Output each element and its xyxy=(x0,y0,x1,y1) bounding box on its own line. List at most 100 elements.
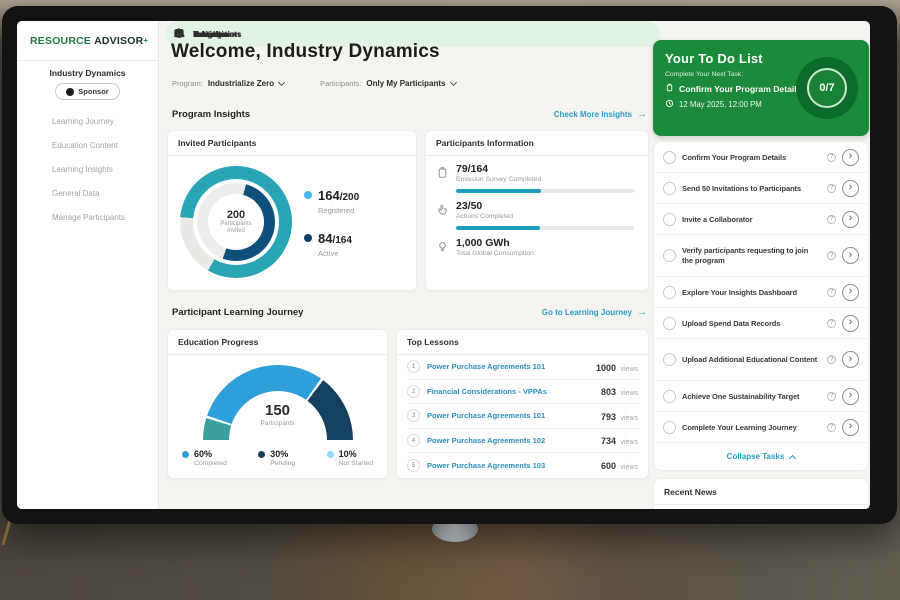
chevron-down-icon xyxy=(449,78,456,85)
todo-due-date: 12 May 2025, 12:00 PM xyxy=(679,100,762,109)
task-checkbox[interactable] xyxy=(663,390,676,403)
recent-news-card: Recent News xyxy=(653,478,869,509)
lesson-link[interactable]: Power Purchase Agreements 102 xyxy=(427,436,594,445)
legend-item-completed: 60% Completed xyxy=(182,449,227,467)
lesson-link[interactable]: Financial Considerations - VPPAs xyxy=(427,387,594,396)
chevron-right-button[interactable] xyxy=(842,419,859,436)
task-checkbox[interactable] xyxy=(663,421,676,434)
participants-filter-value: Only My Participants xyxy=(366,79,445,88)
sidebar-item-label: General Data xyxy=(52,189,100,198)
rank-badge: 2 xyxy=(407,385,420,398)
info-icon[interactable] xyxy=(827,392,836,401)
task-label: Achieve One Sustainability Target xyxy=(682,392,821,401)
info-icon[interactable] xyxy=(827,288,836,297)
dashboard-screen: RESOURCE ADVISOR + Industry Dynamics Spo… xyxy=(17,21,870,509)
task-row-achieve-target[interactable]: Achieve One Sustainability Target xyxy=(654,381,868,412)
chevron-right-button[interactable] xyxy=(842,149,859,166)
sponsor-icon xyxy=(66,88,74,96)
participants-filter-label: Participants: xyxy=(320,79,361,88)
bulb-icon xyxy=(436,240,449,258)
education-gauge-chart: 150 Participants xyxy=(203,365,353,441)
participants-information-card: Participants Information 79/164 Emission… xyxy=(425,130,649,291)
donut-center-value: 200 xyxy=(227,209,245,221)
monitor-bezel: RESOURCE ADVISOR + Industry Dynamics Spo… xyxy=(2,6,897,524)
task-list-card: Confirm Your Program Details Send 50 Inv… xyxy=(653,141,869,471)
sidebar-item-label: Learning Insights xyxy=(52,165,113,174)
filters-row: Program: Industrialize Zero Participants… xyxy=(172,79,456,88)
sidebar-item-learning-insights[interactable]: Learning Insights xyxy=(17,158,158,182)
task-label: Upload Spend Data Records xyxy=(682,319,821,328)
info-icon[interactable] xyxy=(827,153,836,162)
chevron-up-icon xyxy=(789,454,796,461)
task-row-explore-insights[interactable]: Explore Your Insights Dashboard xyxy=(654,277,868,308)
task-checkbox[interactable] xyxy=(663,317,676,330)
task-checkbox[interactable] xyxy=(663,182,676,195)
task-row-verify-participants[interactable]: Verify participants requesting to join t… xyxy=(654,235,868,277)
task-checkbox[interactable] xyxy=(663,353,676,366)
task-checkbox[interactable] xyxy=(663,249,676,262)
sidebar-item-label: Education Content xyxy=(52,141,118,150)
task-checkbox[interactable] xyxy=(663,151,676,164)
lesson-link[interactable]: Power Purchase Agreements 101 xyxy=(427,362,589,371)
task-row-invite-collaborator[interactable]: Invite a Collaborator xyxy=(654,204,868,235)
invited-participants-card: Invited Participants 200 Participants In… xyxy=(167,130,417,291)
lesson-row: 4 Power Purchase Agreements 102 734 view… xyxy=(407,429,638,454)
logo-resource: RESOURCE xyxy=(30,35,91,47)
chevron-right-button[interactable] xyxy=(842,388,859,405)
task-label: Confirm Your Program Details xyxy=(682,153,821,162)
legend-item-not-started: 10% Not Started xyxy=(327,449,373,467)
card-title: Education Progress xyxy=(168,330,387,355)
info-icon[interactable] xyxy=(827,215,836,224)
info-icon[interactable] xyxy=(827,355,836,364)
info-icon[interactable] xyxy=(827,423,836,432)
stat-global-consumption: 1,000 GWh Total Global Consumption xyxy=(426,230,648,258)
go-to-learning-journey-link[interactable]: Go to Learning Journey → xyxy=(542,307,647,318)
info-icon[interactable] xyxy=(827,319,836,328)
rank-badge: 3 xyxy=(407,409,420,422)
lesson-row: 2 Financial Considerations - VPPAs 803 v… xyxy=(407,380,638,405)
clock-icon xyxy=(665,99,674,110)
card-title: Invited Participants xyxy=(168,131,416,156)
lesson-link[interactable]: Power Purchase Agreements 101 xyxy=(427,411,594,420)
lesson-row: 1 Power Purchase Agreements 101 1000 vie… xyxy=(407,355,638,380)
participants-filter[interactable]: Participants: Only My Participants xyxy=(320,79,455,88)
task-row-send-invitations[interactable]: Send 50 Invitations to Participants xyxy=(654,173,868,204)
rank-badge: 5 xyxy=(407,459,420,472)
info-icon[interactable] xyxy=(827,251,836,260)
lesson-link[interactable]: Power Purchase Agreements 103 xyxy=(427,461,594,470)
sidebar-item-general-data[interactable]: General Data xyxy=(17,182,158,206)
clipboard-icon xyxy=(436,166,449,184)
task-checkbox[interactable] xyxy=(663,213,676,226)
task-checkbox[interactable] xyxy=(663,286,676,299)
chevron-right-button[interactable] xyxy=(842,351,859,368)
org-name: Industry Dynamics xyxy=(17,68,158,78)
link-label: Go to Learning Journey xyxy=(542,308,632,317)
donut-center-label: Participants Invited xyxy=(220,221,251,236)
legend-dot xyxy=(258,451,265,458)
collapse-tasks-link[interactable]: Collapse Tasks xyxy=(654,443,868,470)
task-label: Verify participants requesting to join t… xyxy=(682,246,821,266)
info-icon[interactable] xyxy=(827,184,836,193)
todo-next-task: Confirm Your Program Details xyxy=(679,84,801,94)
sidebar-item-education-content[interactable]: Education Content xyxy=(17,134,158,158)
program-filter[interactable]: Program: Industrialize Zero xyxy=(172,79,284,88)
sidebar-item-learning-journey[interactable]: Learning Journey xyxy=(17,110,158,134)
task-row-complete-learning-journey[interactable]: Complete Your Learning Journey xyxy=(654,412,868,443)
chevron-right-button[interactable] xyxy=(842,247,859,264)
task-row-upload-spend-data[interactable]: Upload Spend Data Records xyxy=(654,308,868,339)
sidebar-item-manage-participants[interactable]: Manage Participants xyxy=(17,206,158,230)
card-title: Participants Information xyxy=(426,131,648,156)
task-row-upload-educational-content[interactable]: Upload Additional Educational Content xyxy=(654,339,868,381)
invited-donut-chart: 200 Participants Invited xyxy=(180,166,292,278)
check-more-insights-link[interactable]: Check More Insights → xyxy=(554,109,647,120)
logo-plus: + xyxy=(143,36,148,45)
program-filter-label: Program: xyxy=(172,79,203,88)
rank-badge: 4 xyxy=(407,434,420,447)
gauge-center-value: 150 xyxy=(203,402,353,419)
app-logo: RESOURCE ADVISOR + xyxy=(17,21,158,61)
chevron-right-button[interactable] xyxy=(842,315,859,332)
chevron-right-button[interactable] xyxy=(842,211,859,228)
chevron-right-button[interactable] xyxy=(842,180,859,197)
chevron-right-button[interactable] xyxy=(842,284,859,301)
task-row-confirm-program[interactable]: Confirm Your Program Details xyxy=(654,142,868,173)
